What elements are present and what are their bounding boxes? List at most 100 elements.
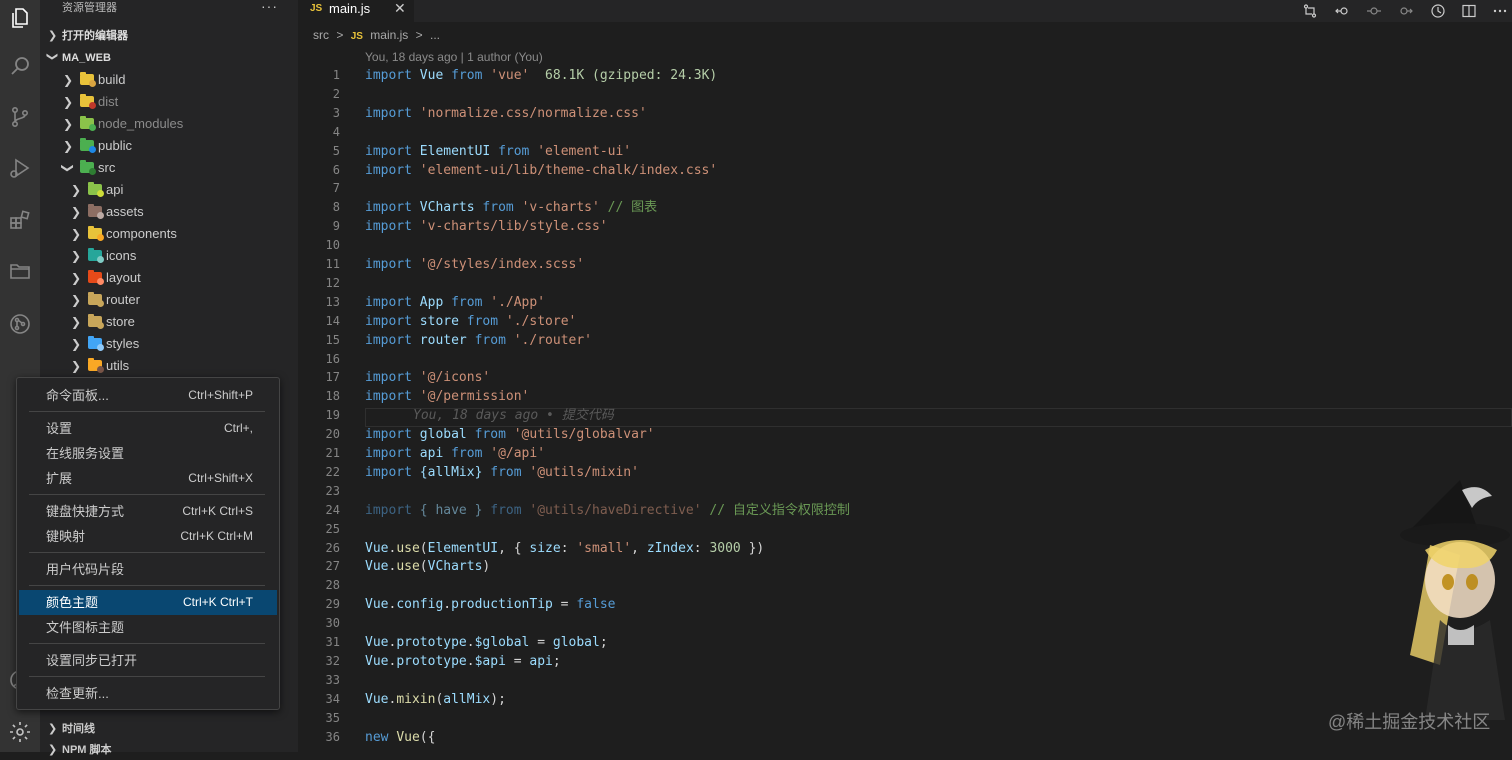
breadcrumb-file[interactable]: main.js: [370, 28, 408, 42]
git-commit-icon[interactable]: [1364, 1, 1384, 21]
code-line: import 'v-charts/lib/style.css': [365, 219, 608, 235]
source-control-icon[interactable]: [4, 101, 36, 133]
menu-separator: [29, 676, 265, 677]
menu-item[interactable]: 键映射 Ctrl+K Ctrl+M: [19, 524, 277, 549]
line-number: 6: [332, 162, 340, 177]
folder-icon: [88, 248, 104, 263]
tree-item-assets[interactable]: ❯ assets: [40, 201, 298, 223]
code-line: import store from './store': [365, 313, 577, 329]
tree-item-build[interactable]: ❯ build: [40, 69, 298, 91]
code-line: import router from './router': [365, 332, 593, 348]
menu-item[interactable]: 文件图标主题: [19, 615, 277, 640]
folder-icon: [88, 292, 104, 307]
js-file-icon: JS: [350, 31, 363, 42]
manage-context-menu: 命令面板... Ctrl+Shift+P 设置 Ctrl+, 在线服务设置扩展 Ctrl+…: [16, 377, 280, 710]
gear-icon[interactable]: [4, 716, 36, 748]
timeline-section[interactable]: ❯ 时间线: [40, 719, 298, 739]
codelens-blame[interactable]: You, 18 days ago | 1 author (You): [365, 50, 543, 64]
go-back-icon[interactable]: [1332, 1, 1352, 21]
npm-scripts-section[interactable]: ❯ NPM 脚本: [40, 740, 298, 760]
tree-item-router[interactable]: ❯ router: [40, 289, 298, 311]
split-editor-icon[interactable]: [1459, 1, 1479, 21]
line-number: 24: [325, 502, 340, 517]
menu-item[interactable]: 颜色主题 Ctrl+K Ctrl+T: [19, 590, 277, 615]
chevron-right-icon: ❯: [70, 271, 82, 285]
menu-item-label: 键盘快捷方式: [46, 504, 125, 519]
breadcrumb-folder[interactable]: src: [313, 28, 329, 42]
tree-item-label: node_modules: [98, 116, 184, 131]
line-number: 28: [325, 578, 340, 593]
explorer-title: 资源管理器: [62, 2, 117, 14]
code-line: import {allMix} from '@utils/mixin': [365, 464, 639, 480]
tree-item-components[interactable]: ❯ components: [40, 223, 298, 245]
code-line: new Vue({: [365, 729, 436, 745]
chevron-right-icon: ❯: [62, 73, 74, 87]
open-changes-icon[interactable]: [1300, 1, 1320, 21]
more-actions-icon[interactable]: [1490, 1, 1510, 21]
line-number: 31: [325, 635, 340, 649]
menu-item-label: 命令面板...: [46, 388, 109, 403]
menu-item-shortcut: Ctrl+K Ctrl+M: [180, 529, 253, 543]
code-line: Vue.config.productionTip = false: [365, 597, 616, 613]
tree-item-src[interactable]: ❯ src: [40, 157, 298, 179]
menu-item-label: 检查更新...: [46, 686, 109, 701]
menu-item[interactable]: 扩展 Ctrl+Shift+X: [19, 466, 277, 491]
line-number: 12: [325, 275, 340, 290]
explorer-more-actions[interactable]: ···: [261, 0, 278, 14]
tree-item-icons[interactable]: ❯ icons: [40, 245, 298, 267]
git-graph-icon[interactable]: [4, 308, 36, 340]
tree-item-node-modules[interactable]: ❯ node_modules: [40, 113, 298, 135]
line-number: 29: [325, 597, 340, 612]
menu-item[interactable]: 检查更新...: [19, 681, 277, 706]
tab-main-js[interactable]: JS main.js ✕: [298, 0, 414, 22]
tree-item-dist[interactable]: ❯ dist: [40, 91, 298, 113]
project-section[interactable]: ❯ MA_WEB: [40, 47, 298, 69]
tree-item-label: router: [106, 292, 140, 307]
run-debug-icon[interactable]: [4, 152, 36, 184]
tree-item-layout[interactable]: ❯ layout: [40, 267, 298, 289]
menu-item[interactable]: 设置 Ctrl+,: [19, 416, 277, 441]
line-number: 8: [332, 200, 340, 215]
inline-blame: You, 18 days ago • 提交代码: [413, 408, 614, 424]
open-editors-section[interactable]: ❯ 打开的编辑器: [40, 25, 298, 47]
code-line: import global from '@utils/globalvar': [365, 427, 655, 443]
folder-icon: [88, 358, 104, 373]
folder-icon: [88, 182, 104, 197]
line-number: 17: [325, 370, 340, 385]
menu-item[interactable]: 命令面板... Ctrl+Shift+P: [19, 383, 277, 408]
close-icon[interactable]: ✕: [394, 0, 406, 17]
folder-icon: [88, 204, 104, 219]
timeline-icon[interactable]: [1428, 1, 1448, 21]
code-line: You, 18 days ago • 提交代码: [365, 406, 614, 425]
menu-item[interactable]: 用户代码片段: [19, 557, 277, 582]
files-icon[interactable]: [4, 2, 36, 34]
tree-item-utils[interactable]: ❯ utils: [40, 355, 298, 377]
code-line: import App from './App': [365, 294, 546, 310]
extensions-icon[interactable]: [4, 204, 36, 236]
menu-item[interactable]: 在线服务设置: [19, 441, 277, 466]
tree-item-styles[interactable]: ❯ styles: [40, 333, 298, 355]
tree-item-api[interactable]: ❯ api: [40, 179, 298, 201]
chevron-right-icon: ❯: [70, 337, 82, 351]
tree-item-public[interactable]: ❯ public: [40, 135, 298, 157]
folder-icon: [88, 226, 104, 241]
search-icon[interactable]: [4, 50, 36, 82]
go-forward-icon[interactable]: [1396, 1, 1416, 21]
chevron-right-icon: ❯: [70, 205, 82, 219]
folder-icon: [88, 336, 104, 351]
line-number: 27: [325, 559, 340, 574]
folder-icon: [80, 94, 96, 109]
code-line: import api from '@/api': [365, 446, 546, 461]
breadcrumb-symbol[interactable]: ...: [430, 28, 440, 42]
folder-icon[interactable]: [4, 255, 36, 287]
line-number: 15: [325, 332, 340, 347]
menu-item[interactable]: 键盘快捷方式 Ctrl+K Ctrl+S: [19, 499, 277, 524]
code-line: Vue.use(ElementUI, { size: 'small', zInd…: [365, 540, 765, 556]
menu-item-label: 在线服务设置: [46, 446, 125, 461]
menu-item-shortcut: Ctrl+K Ctrl+T: [182, 595, 253, 609]
tree-item-label: src: [98, 160, 116, 175]
chevron-right-icon: ❯: [70, 315, 82, 329]
line-number: 26: [325, 540, 340, 555]
menu-item[interactable]: 设置同步已打开: [19, 648, 277, 673]
tree-item-store[interactable]: ❯ store: [40, 311, 298, 333]
